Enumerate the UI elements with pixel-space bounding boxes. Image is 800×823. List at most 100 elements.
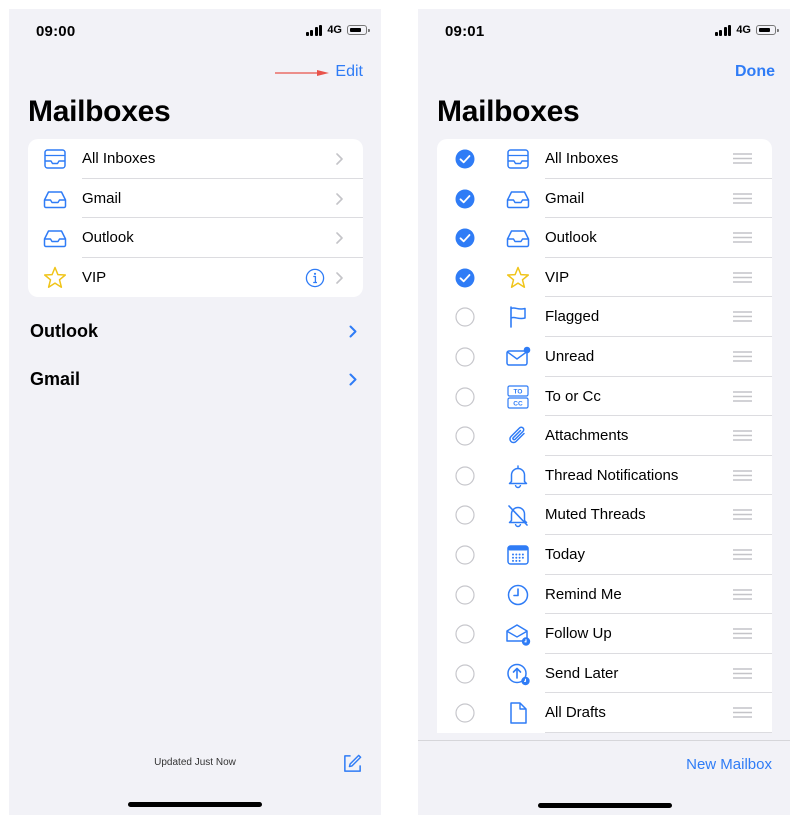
new-mailbox-button[interactable]: New Mailbox	[686, 756, 772, 773]
mailbox-edit-row-flagged[interactable]: Flagged	[437, 297, 772, 337]
status-time: 09:01	[445, 23, 485, 40]
checkmark-selected-icon[interactable]	[455, 149, 475, 169]
to-cc-icon: TO CC	[505, 384, 531, 410]
mailbox-row-outlook[interactable]: Outlook	[28, 218, 363, 258]
chevron-right-icon	[349, 373, 357, 386]
mailbox-row-all-inboxes[interactable]: All Inboxes	[28, 139, 363, 179]
reorder-handle-icon[interactable]	[733, 668, 752, 679]
checkmark-selected-icon[interactable]	[455, 189, 475, 209]
mailbox-edit-row-all-inboxes[interactable]: All Inboxes	[437, 139, 772, 179]
checkmark-selected-icon[interactable]	[455, 268, 475, 288]
phone-screen-mailboxes: 09:00 4G Edit Mailboxes All Inboxes Gmail…	[9, 9, 381, 815]
mailbox-label: Gmail	[82, 189, 122, 207]
reorder-handle-icon[interactable]	[733, 470, 752, 481]
mailbox-label: Today	[545, 545, 586, 563]
info-icon[interactable]	[305, 268, 325, 288]
checkmark-empty-icon[interactable]	[455, 386, 475, 407]
row-divider	[545, 731, 772, 733]
compose-icon[interactable]	[342, 753, 363, 774]
inbox-icon	[505, 186, 531, 212]
status-time: 09:00	[36, 23, 76, 40]
mailbox-edit-row-follow-up[interactable]: Follow Up	[437, 614, 772, 654]
mailbox-row-gmail[interactable]: Gmail	[28, 179, 363, 219]
mailbox-label: VIP	[82, 268, 107, 286]
mailbox-label: VIP	[545, 268, 570, 286]
follow-up-envelope-icon	[505, 621, 531, 647]
battery-icon	[756, 25, 779, 35]
paperclip-icon	[505, 423, 531, 449]
mailbox-row-vip[interactable]: VIP	[28, 258, 363, 298]
annotation-arrow-icon	[275, 70, 329, 76]
reorder-handle-icon[interactable]	[733, 430, 752, 441]
reorder-handle-icon[interactable]	[733, 311, 752, 323]
reorder-handle-icon[interactable]	[733, 628, 752, 639]
mailbox-edit-row-vip[interactable]: VIP	[437, 258, 772, 298]
star-icon	[505, 265, 531, 291]
mailbox-label: Follow Up	[545, 625, 612, 643]
chevron-right-icon	[336, 153, 343, 165]
inbox-icon	[505, 225, 531, 251]
reorder-handle-icon[interactable]	[733, 549, 752, 560]
all-inboxes-icon	[505, 146, 531, 172]
mailbox-edit-row-all-drafts[interactable]: All Drafts	[437, 693, 772, 733]
reorder-handle-icon[interactable]	[733, 588, 752, 600]
mailbox-edit-row-send-later[interactable]: Send Later	[437, 654, 772, 694]
checkmark-empty-icon[interactable]	[455, 664, 475, 684]
mailbox-edit-row-unread[interactable]: Unread	[437, 337, 772, 377]
signal-icon	[714, 24, 732, 36]
all-inboxes-icon	[42, 146, 68, 172]
mailbox-edit-row-muted-threads[interactable]: Muted Threads	[437, 495, 772, 535]
calendar-icon	[505, 542, 531, 568]
checkmark-empty-icon[interactable]	[455, 466, 475, 486]
checkmark-empty-icon[interactable]	[455, 584, 475, 605]
reorder-handle-icon[interactable]	[733, 509, 752, 521]
send-later-icon	[505, 661, 531, 687]
checkmark-empty-icon[interactable]	[455, 426, 475, 446]
inbox-icon	[42, 186, 68, 212]
star-icon	[42, 265, 68, 291]
reorder-handle-icon[interactable]	[733, 153, 752, 164]
reorder-handle-icon[interactable]	[733, 232, 752, 243]
chevron-right-icon	[336, 232, 343, 244]
checkmark-empty-icon[interactable]	[455, 505, 475, 525]
mailbox-edit-row-to-or-cc[interactable]: TO CC To or Cc	[437, 377, 772, 417]
mailbox-edit-row-remind-me[interactable]: Remind Me	[437, 575, 772, 615]
reorder-handle-icon[interactable]	[733, 707, 752, 719]
mailbox-edit-row-outlook[interactable]: Outlook	[437, 218, 772, 258]
home-indicator	[538, 803, 672, 808]
reorder-handle-icon[interactable]	[733, 192, 752, 204]
done-button[interactable]: Done	[735, 63, 775, 81]
checkmark-empty-icon[interactable]	[455, 703, 475, 723]
mailbox-label: Attachments	[545, 427, 629, 445]
reorder-handle-icon[interactable]	[733, 272, 752, 283]
checkmark-empty-icon[interactable]	[455, 347, 475, 367]
network-type: 4G	[327, 24, 342, 36]
account-gmail[interactable]: Gmail	[30, 365, 360, 393]
chevron-right-icon	[336, 271, 343, 284]
mailboxes-list: All Inboxes Gmail Outlook VIP	[28, 139, 363, 298]
flag-icon	[505, 304, 531, 330]
checkmark-empty-icon[interactable]	[455, 545, 475, 565]
checkmark-empty-icon[interactable]	[455, 307, 475, 327]
mailbox-edit-row-thread-notifications[interactable]: Thread Notifications	[437, 456, 772, 496]
document-icon	[505, 700, 531, 726]
reorder-handle-icon[interactable]	[733, 351, 752, 362]
checkmark-empty-icon[interactable]	[455, 624, 475, 644]
edit-button[interactable]: Edit	[335, 63, 363, 81]
status-bar: 09:00 4G	[9, 9, 381, 53]
account-title: Gmail	[30, 369, 81, 389]
inbox-icon	[42, 225, 68, 251]
mailbox-edit-row-attachments[interactable]: Attachments	[437, 416, 772, 456]
mailbox-edit-row-gmail[interactable]: Gmail	[437, 179, 772, 219]
account-outlook[interactable]: Outlook	[30, 317, 360, 345]
reorder-handle-icon[interactable]	[733, 390, 752, 402]
svg-text:CC: CC	[513, 400, 523, 407]
mailbox-label: Remind Me	[545, 585, 622, 603]
mailbox-label: Unread	[545, 347, 595, 365]
checkmark-selected-icon[interactable]	[455, 228, 475, 248]
mailbox-label: Send Later	[545, 664, 619, 682]
mailbox-label: Outlook	[82, 229, 134, 247]
mailbox-edit-row-today[interactable]: Today	[437, 535, 772, 575]
home-indicator	[128, 802, 262, 807]
chevron-right-icon	[336, 192, 343, 205]
